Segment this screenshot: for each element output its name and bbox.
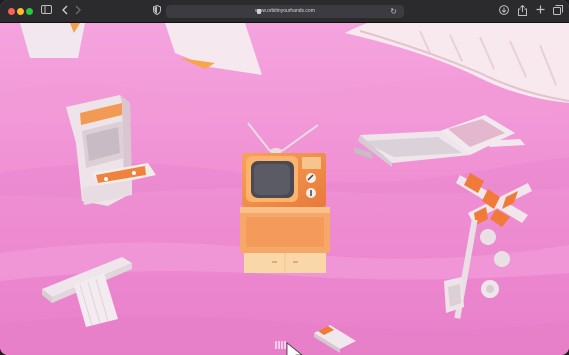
maximize-window-button[interactable] [26,8,33,15]
address-bar[interactable]: www.orbitinyourhands.com ↻ [166,5,404,18]
browser-window: www.orbitinyourhands.com ↻ [0,0,569,355]
url-text: www.orbitinyourhands.com [255,8,315,14]
close-window-button[interactable] [8,8,15,15]
webgl-scene[interactable] [0,15,569,355]
scene-illustration [0,15,569,355]
plus-icon[interactable] [535,5,545,18]
download-icon[interactable] [498,5,510,18]
tabs-overview-icon[interactable] [552,5,564,18]
sidebar-icon[interactable] [40,5,52,18]
share-icon[interactable] [516,4,528,18]
browser-toolbar: www.orbitinyourhands.com ↻ [0,0,569,23]
chevron-right-icon[interactable] [73,5,83,18]
chevron-left-icon[interactable] [60,5,70,18]
shield-icon[interactable] [152,4,162,18]
minimize-window-button[interactable] [17,8,24,15]
reload-icon[interactable]: ↻ [390,5,397,18]
